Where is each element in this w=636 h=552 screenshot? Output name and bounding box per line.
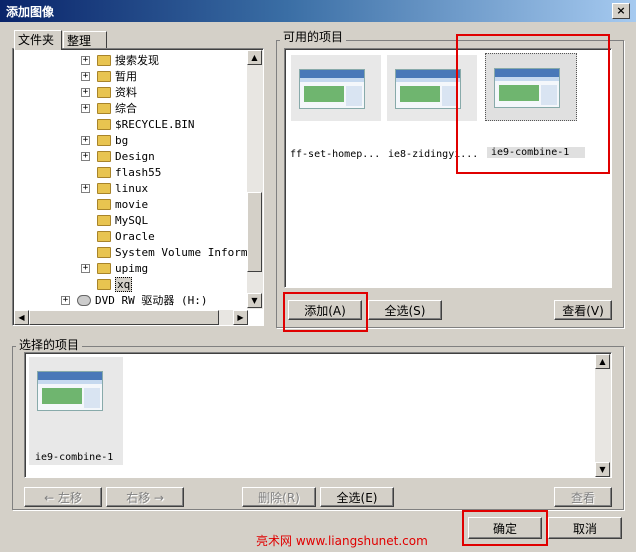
- scroll-down-icon[interactable]: ▼: [595, 462, 610, 477]
- tree-item-label: DVD RW 驱动器 (H:): [95, 294, 208, 307]
- tree-item[interactable]: + 搜索发现: [15, 53, 247, 69]
- scroll-right-icon[interactable]: ▶: [233, 310, 248, 325]
- available-items-label: 可用的项目: [280, 28, 347, 45]
- available-item-1-caption: ff-set-homep...: [290, 149, 381, 160]
- tree-item-label: upimg: [115, 262, 149, 275]
- tree-item[interactable]: movie: [15, 197, 247, 213]
- tree-item[interactable]: MySQL: [15, 213, 247, 229]
- tree-item-label: 资料: [115, 86, 137, 99]
- folder-tree[interactable]: + 搜索发现 + 暂用 + 资料 + 综合 $RECYCLE.BIN + bg + Design flas…: [12, 48, 264, 326]
- tree-item-label: movie: [115, 198, 149, 211]
- tab-folder-label: 文件夹: [18, 33, 55, 47]
- folder-icon: [97, 71, 111, 82]
- folder-icon: [97, 167, 111, 178]
- folder-icon: [97, 215, 111, 226]
- delete-button[interactable]: 删除(R): [242, 487, 316, 507]
- tree-item[interactable]: + linux: [15, 181, 247, 197]
- tree-horizontal-scrollbar[interactable]: ◀ ▶: [14, 310, 248, 325]
- cancel-button[interactable]: 取消: [548, 517, 622, 539]
- tree-item-label: $RECYCLE.BIN: [115, 118, 195, 131]
- folder-icon: [97, 231, 111, 242]
- title-bar: 添加图像 ×: [0, 0, 636, 22]
- tree-item-label: 暂用: [115, 70, 137, 83]
- tree-item-label: Design: [115, 150, 155, 163]
- tree-item-label: MySQL: [115, 214, 149, 227]
- tree-item-label: System Volume Informat: [115, 246, 247, 259]
- expand-icon[interactable]: +: [81, 152, 90, 161]
- tab-folder[interactable]: 文件夹: [14, 30, 62, 50]
- tree-item[interactable]: Oracle: [15, 229, 247, 245]
- scroll-up-icon[interactable]: ▲: [247, 50, 262, 65]
- scroll-up-icon[interactable]: ▲: [595, 354, 610, 369]
- tree-item[interactable]: + 暂用: [15, 69, 247, 85]
- h-scroll-thumb[interactable]: [29, 310, 219, 325]
- scroll-left-icon[interactable]: ◀: [14, 310, 29, 325]
- expand-icon[interactable]: +: [81, 104, 90, 113]
- selected-item-1-caption: ie9-combine-1: [35, 452, 114, 463]
- tree-item-label: Oracle: [115, 230, 155, 243]
- expand-icon[interactable]: +: [81, 136, 90, 145]
- expand-icon[interactable]: +: [81, 184, 90, 193]
- tree-viewport: + 搜索发现 + 暂用 + 资料 + 综合 $RECYCLE.BIN + bg + Design flas…: [15, 51, 247, 309]
- tree-item-label: 搜索发现: [115, 54, 159, 67]
- tree-item[interactable]: flash55: [15, 165, 247, 181]
- expand-icon[interactable]: +: [81, 56, 90, 65]
- tree-item[interactable]: System Volume Informat: [15, 245, 247, 261]
- tree-item-label: flash55: [115, 166, 162, 179]
- tree-item-label: bg: [115, 134, 129, 147]
- folder-icon: [97, 199, 111, 210]
- tree-item[interactable]: + Design: [15, 149, 247, 165]
- highlight-add-button: [283, 292, 368, 332]
- selected-item-1[interactable]: ie9-combine-1: [29, 357, 123, 465]
- move-left-button[interactable]: ← 左移: [24, 487, 102, 507]
- tree-item[interactable]: $RECYCLE.BIN: [15, 117, 247, 133]
- tree-item-label: xq: [115, 277, 133, 292]
- thumbnail-image: [395, 69, 461, 109]
- folder-icon: [97, 119, 111, 130]
- tree-item-label: 综合: [115, 102, 137, 115]
- folder-icon: [97, 279, 111, 290]
- select-all-selected-button[interactable]: 全选(E): [320, 487, 394, 507]
- scroll-down-icon[interactable]: ▼: [247, 293, 262, 308]
- tree-item[interactable]: + upimg: [15, 261, 247, 277]
- selected-vertical-scrollbar[interactable]: ▲ ▼: [595, 354, 611, 477]
- expand-icon[interactable]: +: [81, 264, 90, 273]
- folder-icon: [97, 135, 111, 146]
- folder-icon: [97, 263, 111, 274]
- view-button[interactable]: 查看(V): [554, 300, 612, 320]
- folder-icon: [97, 55, 111, 66]
- tree-item[interactable]: + 资料: [15, 85, 247, 101]
- folder-icon: [97, 87, 111, 98]
- move-right-button[interactable]: 右移 →: [106, 487, 184, 507]
- folder-icon: [97, 183, 111, 194]
- window-title: 添加图像: [6, 5, 55, 19]
- close-icon: ×: [616, 4, 626, 17]
- tree-item-label: linux: [115, 182, 149, 195]
- available-item-1[interactable]: [291, 55, 381, 121]
- tree-item[interactable]: + bg: [15, 133, 247, 149]
- thumbnail-image: [299, 69, 365, 109]
- highlight-selected-item: [456, 34, 610, 174]
- watermark-text: 亮术网 www.liangshunet.com: [256, 534, 428, 548]
- expand-icon[interactable]: +: [81, 72, 90, 81]
- expand-icon[interactable]: +: [81, 88, 90, 97]
- tree-item[interactable]: xq: [15, 277, 247, 293]
- tree-vertical-scrollbar[interactable]: ▲ ▼: [247, 50, 263, 309]
- close-button[interactable]: ×: [612, 3, 630, 19]
- tab-organize-label: 整理: [67, 34, 92, 48]
- dvd-drive-icon: [77, 295, 91, 306]
- folder-icon: [97, 103, 111, 114]
- tree-item[interactable]: + 综合: [15, 101, 247, 117]
- selected-items-list[interactable]: ie9-combine-1 ▲ ▼: [24, 352, 612, 478]
- folder-icon: [97, 247, 111, 258]
- folder-icon: [97, 151, 111, 162]
- selected-items-label: 选择的项目: [16, 336, 83, 353]
- highlight-ok-button: [462, 510, 548, 546]
- scroll-thumb[interactable]: [247, 192, 262, 272]
- thumbnail-image: [37, 371, 103, 411]
- select-all-button[interactable]: 全选(S): [368, 300, 442, 320]
- view-selected-button[interactable]: 查看: [554, 487, 612, 507]
- expand-icon[interactable]: +: [61, 296, 70, 305]
